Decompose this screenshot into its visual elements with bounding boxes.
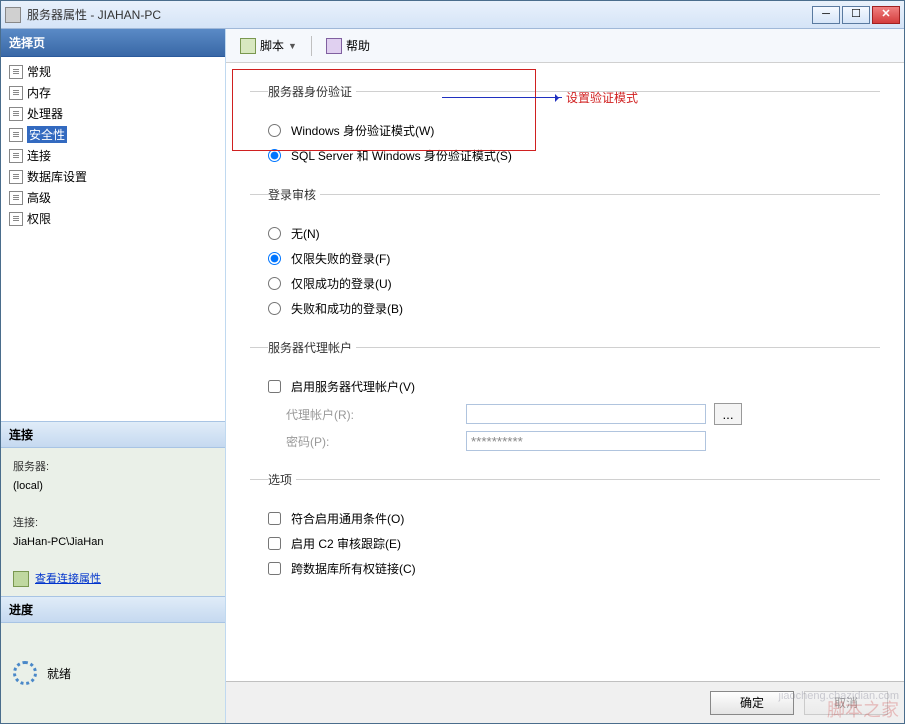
sidebar: 选择页 常规 内存 处理器 安全性 连接 数据库设置 高级 权限 连接 服务器:…: [1, 29, 226, 723]
options-fieldset: 选项 符合启用通用条件(O) 启用 C2 审核跟踪(E) 跨数据库所有权链接(C…: [250, 471, 880, 591]
auth-windows-radio[interactable]: [268, 124, 281, 137]
auth-fieldset: 服务器身份验证 Windows 身份验证模式(W) SQL Server 和 W…: [250, 83, 880, 178]
help-icon: [326, 38, 342, 54]
toolbar-divider: [311, 36, 312, 56]
page-icon: [9, 128, 23, 142]
auth-legend: 服务器身份验证: [268, 83, 356, 100]
app-icon: [5, 7, 21, 23]
page-icon: [9, 149, 23, 163]
server-value: (local): [13, 477, 213, 496]
progress-panel: 就绪: [1, 623, 225, 723]
options-cross-label: 跨数据库所有权链接(C): [291, 560, 416, 577]
audit-none-label: 无(N): [291, 225, 320, 242]
audit-both-radio[interactable]: [268, 302, 281, 315]
options-cross-checkbox[interactable]: [268, 562, 281, 575]
main-panel: 脚本 ▼ 帮助 设置验证模式 服务器身份验证 Windows 身份验证模式(W)…: [226, 29, 904, 723]
proxy-enable-label: 启用服务器代理帐户(V): [291, 378, 415, 395]
options-c2-label: 启用 C2 审核跟踪(E): [291, 535, 401, 552]
tree-item-memory[interactable]: 内存: [3, 82, 223, 103]
audit-both-label: 失败和成功的登录(B): [291, 300, 403, 317]
tree-item-general[interactable]: 常规: [3, 61, 223, 82]
audit-failed-radio[interactable]: [268, 252, 281, 265]
page-icon: [9, 170, 23, 184]
proxy-account-label: 代理帐户(R):: [286, 406, 466, 423]
tree-item-database-settings[interactable]: 数据库设置: [3, 166, 223, 187]
proxy-browse-button[interactable]: ...: [714, 403, 742, 425]
connection-header: 连接: [1, 421, 225, 448]
proxy-password-input[interactable]: [466, 431, 706, 451]
dialog-footer: 确定 取消: [226, 681, 904, 723]
tree-item-processors[interactable]: 处理器: [3, 103, 223, 124]
tree-item-connections[interactable]: 连接: [3, 145, 223, 166]
auth-mixed-radio[interactable]: [268, 149, 281, 162]
connection-label: 连接:: [13, 514, 213, 533]
audit-success-radio[interactable]: [268, 277, 281, 290]
page-icon: [9, 107, 23, 121]
progress-spinner-icon: [13, 661, 37, 685]
proxy-password-label: 密码(P):: [286, 433, 466, 450]
page-tree: 常规 内存 处理器 安全性 连接 数据库设置 高级 权限: [1, 57, 225, 421]
page-icon: [9, 65, 23, 79]
server-label: 服务器:: [13, 458, 213, 477]
audit-none-radio[interactable]: [268, 227, 281, 240]
cancel-button[interactable]: 取消: [804, 691, 888, 715]
tree-item-security[interactable]: 安全性: [3, 124, 223, 145]
options-c2-checkbox[interactable]: [268, 537, 281, 550]
audit-legend: 登录审核: [268, 186, 320, 203]
minimize-button[interactable]: ─: [812, 6, 840, 24]
help-button[interactable]: 帮助: [322, 35, 374, 56]
progress-status: 就绪: [47, 665, 71, 682]
connection-value: JiaHan-PC\JiaHan: [13, 533, 213, 552]
dropdown-arrow-icon: ▼: [288, 41, 297, 51]
script-icon: [240, 38, 256, 54]
select-page-header: 选择页: [1, 29, 225, 57]
page-icon: [9, 212, 23, 226]
window-title: 服务器属性 - JIAHAN-PC: [27, 6, 812, 23]
auth-mixed-label: SQL Server 和 Windows 身份验证模式(S): [291, 147, 512, 164]
proxy-fieldset: 服务器代理帐户 启用服务器代理帐户(V) 代理帐户(R): ... 密码(P):: [250, 339, 880, 463]
dialog-window: 服务器属性 - JIAHAN-PC ─ ☐ ✕ 选择页 常规 内存 处理器 安全…: [0, 0, 905, 724]
proxy-enable-checkbox[interactable]: [268, 380, 281, 393]
ok-button[interactable]: 确定: [710, 691, 794, 715]
options-common-checkbox[interactable]: [268, 512, 281, 525]
connection-panel: 服务器: (local) 连接: JiaHan-PC\JiaHan 查看连接属性: [1, 448, 225, 596]
close-button[interactable]: ✕: [872, 6, 900, 24]
audit-fieldset: 登录审核 无(N) 仅限失败的登录(F) 仅限成功的登录(U) 失败和成功的登录…: [250, 186, 880, 331]
options-legend: 选项: [268, 471, 296, 488]
content-area: 设置验证模式 服务器身份验证 Windows 身份验证模式(W) SQL Ser…: [226, 63, 904, 681]
page-icon: [9, 86, 23, 100]
annotation-text: 设置验证模式: [566, 89, 638, 106]
titlebar[interactable]: 服务器属性 - JIAHAN-PC ─ ☐ ✕: [1, 1, 904, 29]
annotation-arrow: [442, 97, 562, 98]
audit-failed-label: 仅限失败的登录(F): [291, 250, 390, 267]
proxy-account-input[interactable]: [466, 404, 706, 424]
audit-success-label: 仅限成功的登录(U): [291, 275, 392, 292]
toolbar: 脚本 ▼ 帮助: [226, 29, 904, 63]
proxy-legend: 服务器代理帐户: [268, 339, 356, 356]
options-common-label: 符合启用通用条件(O): [291, 510, 404, 527]
view-connection-properties-link[interactable]: 查看连接属性: [35, 573, 101, 585]
auth-windows-label: Windows 身份验证模式(W): [291, 122, 434, 139]
page-icon: [9, 191, 23, 205]
tree-item-permissions[interactable]: 权限: [3, 208, 223, 229]
tree-item-advanced[interactable]: 高级: [3, 187, 223, 208]
connection-properties-icon: [13, 571, 29, 587]
script-button[interactable]: 脚本 ▼: [236, 35, 301, 56]
maximize-button[interactable]: ☐: [842, 6, 870, 24]
progress-header: 进度: [1, 596, 225, 623]
